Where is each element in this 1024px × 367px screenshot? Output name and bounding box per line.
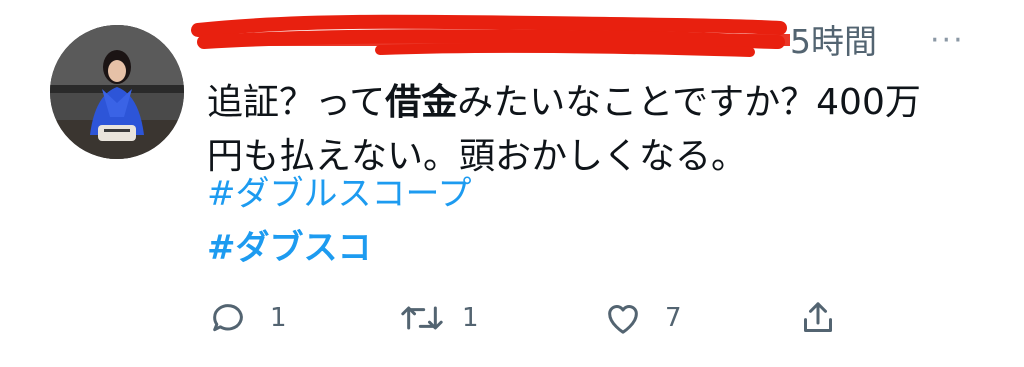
hashtag-link[interactable]: #ダブスコ [207, 226, 372, 270]
retweet-count: 1 [462, 303, 479, 333]
avatar[interactable] [50, 25, 184, 159]
redacted-username [191, 14, 790, 57]
like-count: 7 [665, 303, 682, 333]
retweet-button[interactable]: 1 [398, 293, 479, 343]
retweet-icon [401, 306, 443, 330]
avatar-photo [50, 25, 184, 159]
tweet-timestamp[interactable]: 5時間 [790, 22, 877, 62]
reply-icon [213, 304, 243, 332]
tweet-text-part: みたいなことですか？400万 [457, 82, 921, 123]
tweet-text-part: 追証？って [207, 82, 386, 123]
like-button[interactable]: 7 [603, 293, 682, 343]
hashtag-link[interactable]: #ダブルスコープ [207, 172, 471, 216]
share-button[interactable] [798, 293, 838, 343]
tweet-text-bold: 借金 [385, 82, 458, 123]
share-icon [804, 302, 832, 332]
like-icon [608, 305, 638, 334]
more-icon[interactable]: ··· [930, 26, 965, 56]
tweet-text: 追証？って借金みたいなことですか？400万円も払えない。頭おかしくなる。 [207, 76, 1007, 184]
reply-button[interactable]: 1 [208, 293, 287, 343]
reply-count: 1 [270, 303, 287, 333]
tweet-text-part: 円も払えない。頭おかしくなる。 [207, 136, 748, 177]
